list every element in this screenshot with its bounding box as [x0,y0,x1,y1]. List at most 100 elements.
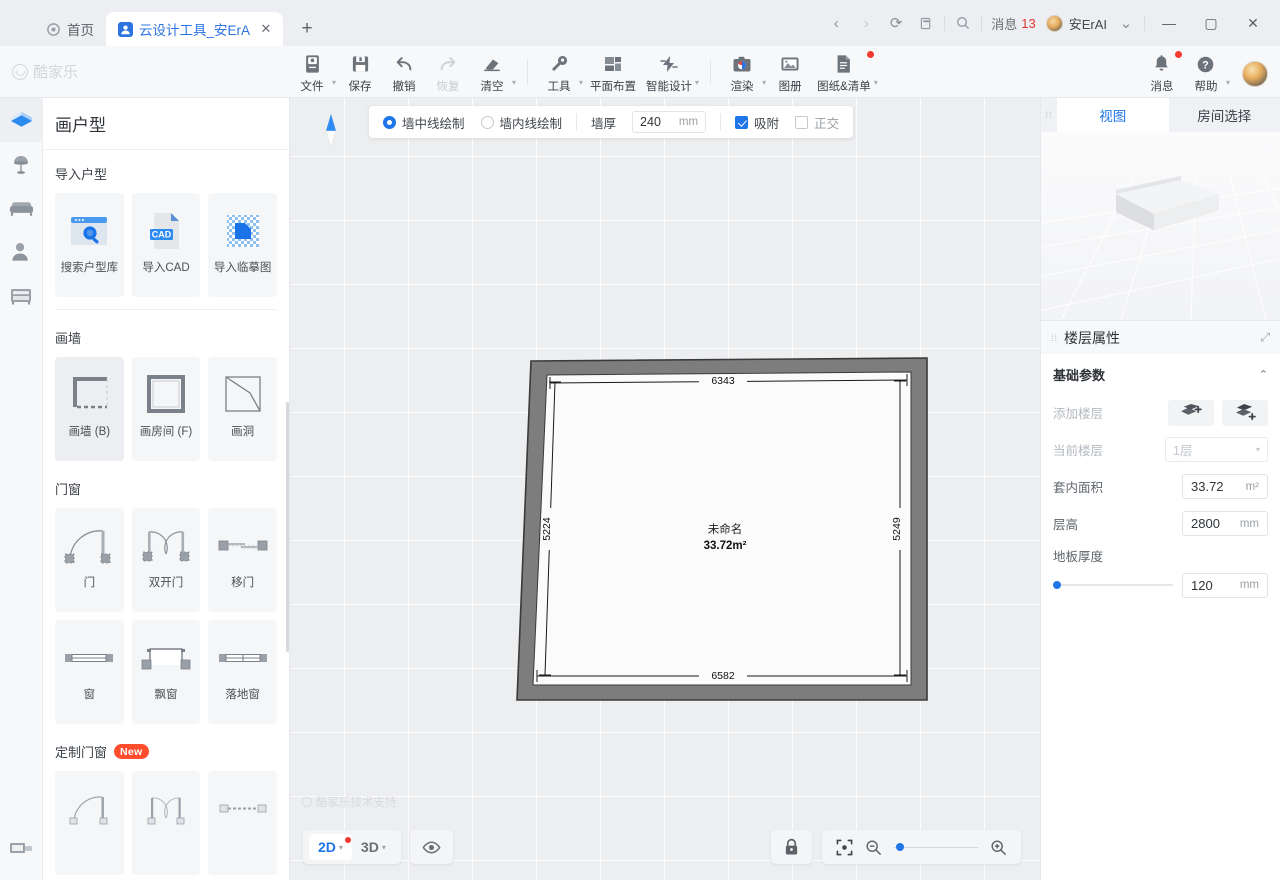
rail-item-appliance[interactable] [0,274,43,318]
ribbon-button-redo[interactable]: 恢复 [426,50,470,98]
card-search-library[interactable]: 搜索户型库 [55,193,124,297]
tab-home[interactable]: 首页 [34,12,106,46]
back-icon[interactable]: ‹ [821,8,851,38]
zoom-knob[interactable] [896,843,904,851]
ribbon-button-layout[interactable]: 平面布置 [585,50,641,98]
card-import-trace[interactable]: 导入临摹图 [208,193,277,297]
ribbon-button-album[interactable]: 图册 [768,50,812,98]
view-3d-button[interactable]: 3D ▾ [352,834,395,860]
card-custom-door[interactable] [55,771,124,875]
messages-indicator[interactable]: 消息 13 [985,14,1041,33]
chevron-down-icon[interactable]: ⌄ [1111,8,1141,38]
section-heading: 画墙 [55,328,277,347]
card-bay-window[interactable]: 飘窗 [132,620,201,724]
basic-params-section[interactable]: 基础参数 ⌃ [1053,354,1268,394]
tab-home-label: 首页 [67,19,94,39]
ribbon-button-messages[interactable]: 消息 [1140,50,1184,98]
card-label: 导入CAD [138,261,193,276]
undo-icon [394,53,414,75]
floor-height-input[interactable]: 2800 mm [1182,511,1268,536]
ribbon-right-group: 消息 ? 帮助 ▾ [1140,46,1280,98]
row-label: 地板厚度 [1053,546,1103,565]
fit-to-screen-icon[interactable] [836,839,853,856]
copy-icon[interactable] [911,8,941,38]
zoom-slider[interactable] [894,839,978,855]
card-draw-hole[interactable]: 画洞 [208,357,277,461]
add-floor-below-button[interactable] [1222,400,1268,426]
zoom-track [894,847,978,848]
wall-thickness-input[interactable]: 240 mm [632,111,706,133]
ribbon-button-file[interactable]: 文件 [290,50,334,98]
rail-item-floorplan[interactable] [0,98,43,142]
checkbox-label: 吸附 [754,113,779,132]
floorplan-drawing[interactable]: 6343 6582 5224 [503,353,943,713]
north-arrow-icon [323,114,339,153]
rail-item-lighting[interactable] [0,142,43,186]
tab-cloud-design[interactable]: 云设计工具_安ErAI ✕ [106,12,283,46]
card-double-door[interactable]: 双开门 [132,508,201,612]
ribbon-button-undo[interactable]: 撤销 [382,50,426,98]
search-icon[interactable] [948,8,978,38]
card-draw-room[interactable]: 画房间 (F) [132,357,201,461]
ribbon-button-smart-design[interactable]: 智能设计 [641,50,697,98]
section-heading: 定制门窗 [55,742,107,761]
ribbon-button-drawings[interactable]: 图纸&清单 [812,50,876,98]
ribbon-label-render: 渲染 [731,78,754,94]
floor-thickness-input[interactable]: 120 mm [1182,573,1268,598]
card-draw-wall[interactable]: 画墙 (B) [55,357,124,461]
sliding-door-icon [208,518,277,574]
card-sliding-door[interactable]: 移门 [208,508,277,612]
card-custom-sliding-door[interactable] [208,771,277,875]
tab-close-icon[interactable]: ✕ [257,20,275,38]
design-canvas[interactable]: 墙中线绘制 墙内线绘制 墙厚 240 mm 吸附 [290,98,1040,880]
visibility-toggle[interactable] [410,830,453,864]
row-control: 2800 mm [1182,511,1268,536]
close-button[interactable]: ✕ [1232,0,1274,46]
floor-properties-body: 基础参数 ⌃ 添加楼层 [1041,354,1280,880]
indoor-area-input[interactable]: 33.72 m² [1182,474,1268,499]
chevron-up-icon[interactable]: ⌃ [1259,368,1268,381]
checkbox-ortho[interactable]: 正交 [795,113,839,132]
home-icon [46,22,61,37]
user-menu[interactable]: 安ErAI [1042,14,1111,33]
rail-item-persona[interactable] [0,230,43,274]
card-import-cad[interactable]: CAD 导入CAD [132,193,201,297]
add-floor-above-button[interactable] [1168,400,1214,426]
tab-view[interactable]: 视图 [1057,98,1169,132]
tab-room-select[interactable]: 房间选择 [1169,98,1280,132]
rail-item-modeling[interactable] [0,826,43,870]
radio-wall-centerline[interactable]: 墙中线绘制 [383,113,465,132]
panel-drag-handle[interactable]: ⁞⁞ [1041,98,1057,132]
ribbon-button-render[interactable]: 渲染 [720,50,764,98]
forward-icon[interactable]: › [851,8,881,38]
ribbon-button-help[interactable]: ? 帮助 [1184,50,1228,98]
card-custom-double-door[interactable] [132,771,201,875]
ribbon-button-clear[interactable]: 清空 [470,50,514,98]
floor-properties-title: 楼层属性 [1064,328,1120,348]
lock-button[interactable] [771,830,812,864]
preview-3d-viewport[interactable] [1041,132,1280,320]
card-label: 画洞 [227,425,258,440]
slider-knob[interactable] [1053,581,1061,589]
maximize-button[interactable]: ▢ [1190,0,1232,46]
reload-icon[interactable]: ⟳ [881,8,911,38]
zoom-out-icon[interactable] [865,839,882,856]
view-2d-button[interactable]: 2D ▾ [309,834,352,860]
card-door[interactable]: 门 [55,508,124,612]
new-tab-button[interactable]: + [293,15,321,43]
user-avatar[interactable] [1242,61,1268,87]
checkbox-snap[interactable]: 吸附 [735,113,779,132]
radio-wall-innerline[interactable]: 墙内线绘制 [481,113,563,132]
ribbon-button-tools[interactable]: 工具 [537,50,581,98]
current-floor-select[interactable]: 1层 ▾ [1165,437,1268,462]
expand-icon[interactable]: ⤢ [1260,330,1270,345]
minimize-button[interactable]: — [1148,0,1190,46]
zoom-in-icon[interactable] [990,839,1007,856]
ribbon-button-save[interactable]: 保存 [338,50,382,98]
panel-drag-handle[interactable]: ⁞⁞ [1051,333,1058,343]
card-french-window[interactable]: 落地窗 [208,620,277,724]
floor-thickness-slider[interactable] [1053,580,1173,590]
panel-scrollbar[interactable] [286,402,289,652]
card-window[interactable]: 窗 [55,620,124,724]
rail-item-furniture[interactable] [0,186,43,230]
